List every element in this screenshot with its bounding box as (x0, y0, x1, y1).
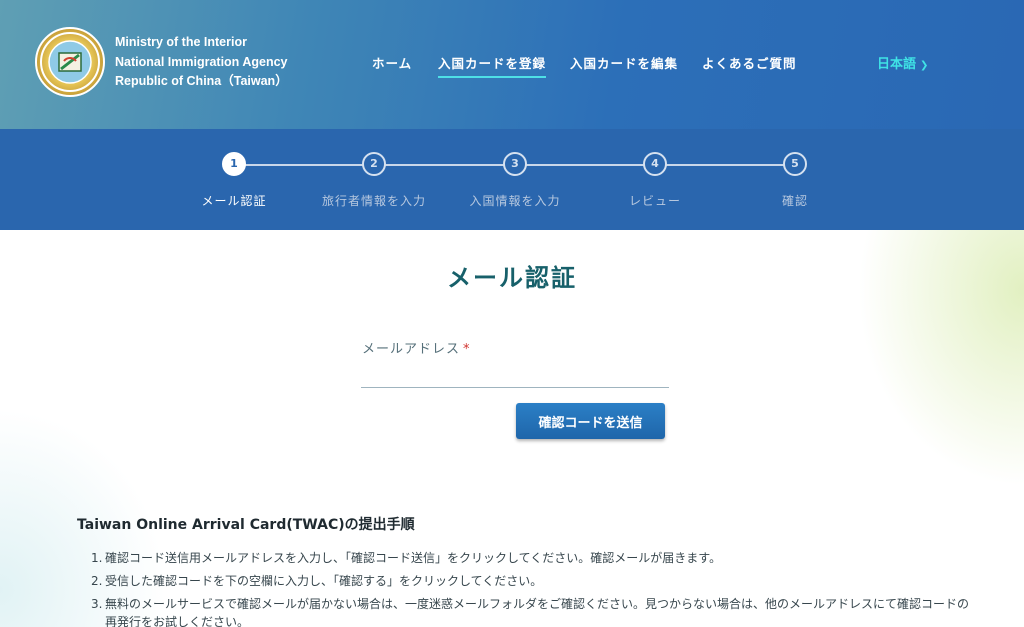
step-label: 入国情報を入力 (469, 194, 561, 208)
email-label-text: メールアドレス (362, 342, 461, 357)
step-label: レビュー (628, 194, 681, 208)
step-number: 1 (222, 152, 246, 176)
nav-home[interactable]: ホーム (372, 53, 412, 72)
nav-faq[interactable]: よくあるご質問 (702, 53, 797, 72)
chevron-down-icon: ❯ (920, 60, 929, 71)
language-label: 日本語 (877, 57, 917, 72)
step-traveler-info: 2 旅行者情報を入力 (314, 152, 434, 209)
procedure-title: Taiwan Online Arrival Card(TWAC)の提出手順 (77, 517, 415, 533)
agency-line: Ministry of the Interior (115, 35, 247, 49)
agency-line: National Immigration Agency (115, 54, 288, 69)
page-title: メール認証 (447, 264, 577, 292)
step-label: 確認 (781, 194, 808, 208)
list-item-number: 1. (91, 551, 103, 565)
list-item: 1. 確認コード送信用メールアドレスを入力し、「確認コード送信」をクリックしてく… (91, 547, 971, 570)
agency-name: Ministry of the Interior National Immigr… (115, 33, 288, 92)
step-email-verification: 1 メール認証 (174, 152, 294, 209)
list-item-number: 3. (91, 597, 103, 611)
progress-stepper: 1 メール認証 2 旅行者情報を入力 3 入国情報を入力 4 レビュー 5 確認 (0, 129, 1024, 230)
step-number: 5 (783, 152, 807, 176)
email-label: メールアドレス * (362, 338, 471, 357)
step-number: 4 (643, 152, 667, 176)
step-label: 旅行者情報を入力 (321, 194, 426, 208)
nav-edit-card[interactable]: 入国カードを編集 (570, 53, 678, 72)
send-code-button[interactable]: 確認コードを送信 (516, 403, 665, 439)
language-selector[interactable]: 日本語 ❯ (877, 53, 928, 72)
list-item-number: 2. (91, 574, 103, 588)
required-mark: * (463, 342, 471, 357)
step-entry-info: 3 入国情報を入力 (455, 152, 575, 209)
step-review: 4 レビュー (595, 152, 715, 209)
site-header: Ministry of the Interior National Immigr… (0, 0, 1024, 129)
step-number: 2 (362, 152, 386, 176)
step-number: 3 (503, 152, 527, 176)
nav-register-card[interactable]: 入国カードを登録 (438, 53, 547, 78)
agency-logo[interactable] (35, 27, 105, 97)
email-input[interactable] (361, 362, 669, 388)
list-item: 3. 無料のメールサービスで確認メールが届かない場合は、一度迷惑メールフォルダを… (91, 593, 971, 627)
agency-seal-icon (40, 32, 100, 92)
list-item-text: 確認コード送信用メールアドレスを入力し、「確認コード送信」をクリックしてください… (105, 551, 722, 565)
list-item-text: 無料のメールサービスで確認メールが届かない場合は、一度迷惑メールフォルダをご確認… (105, 597, 970, 627)
list-item-text: 受信した確認コードを下の空欄に入力し、「確認する」をクリックしてください。 (105, 574, 543, 588)
step-label: メール認証 (201, 194, 267, 208)
list-item: 2. 受信した確認コードを下の空欄に入力し、「確認する」をクリックしてください。 (91, 570, 971, 593)
agency-line: Republic of China（Taiwan） (115, 74, 288, 88)
procedure-list: 1. 確認コード送信用メールアドレスを入力し、「確認コード送信」をクリックしてく… (91, 547, 971, 627)
main-content: メール認証 メールアドレス * 確認コードを送信 Taiwan Online Ar… (0, 230, 1024, 627)
step-confirm: 5 確認 (735, 152, 855, 209)
